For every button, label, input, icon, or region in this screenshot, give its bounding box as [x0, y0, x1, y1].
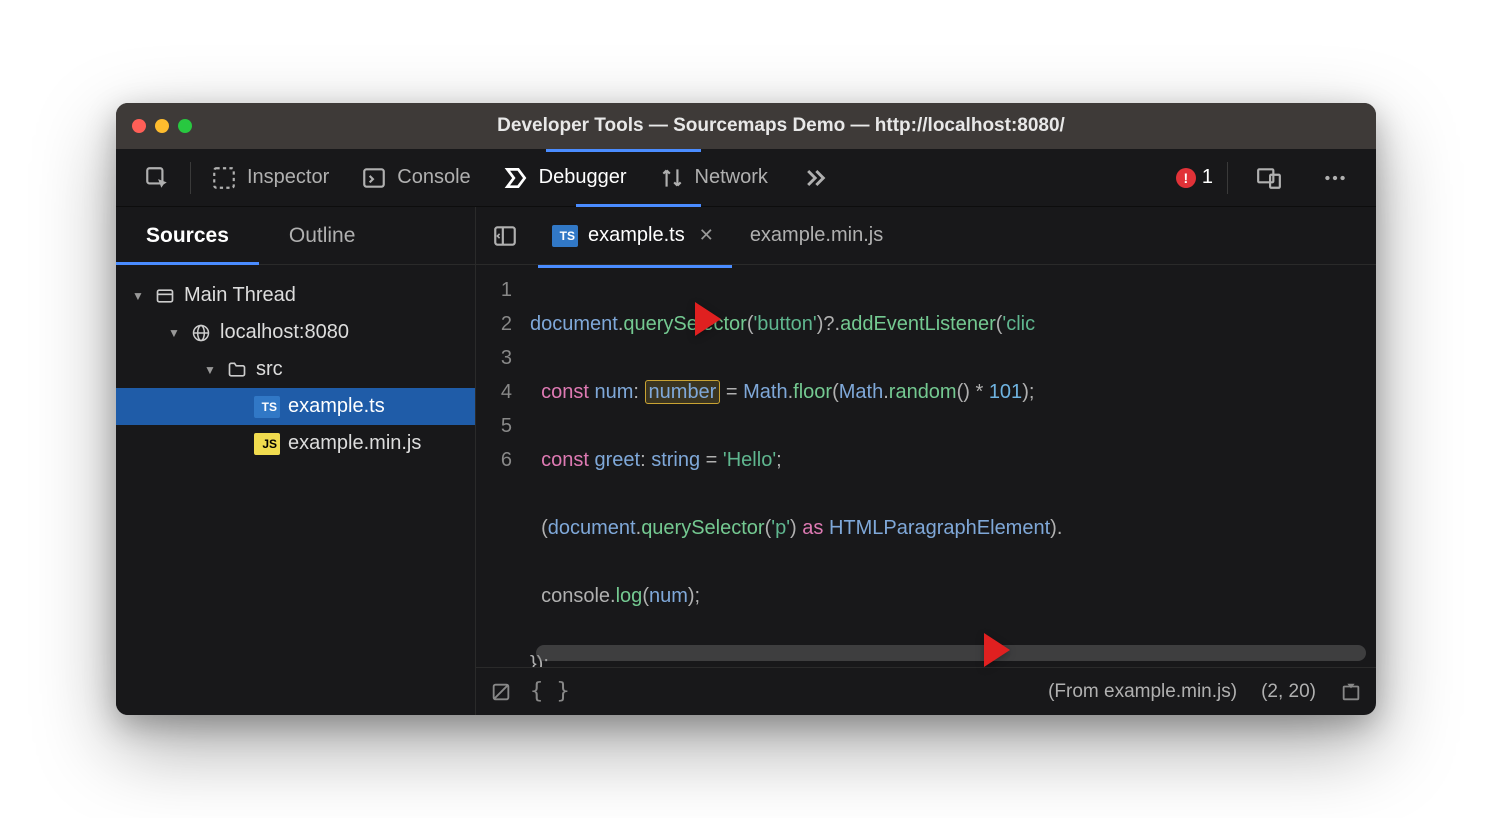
code-content: document.querySelector('button')?.addEve…	[524, 265, 1062, 667]
sources-tab[interactable]: Sources	[116, 207, 259, 264]
console-icon	[361, 165, 387, 191]
debugger-tab[interactable]: Debugger	[489, 157, 641, 199]
js-file-icon: JS	[254, 433, 280, 455]
line-number: 6	[476, 443, 512, 477]
devtools-toolbar: Inspector Console Debugger Network ! 1	[116, 149, 1376, 207]
pretty-print-button[interactable]: { }	[530, 679, 570, 704]
outline-tab[interactable]: Outline	[259, 207, 386, 264]
sources-tree: ▼ Main Thread ▼ localhost:8080 ▼ src TS …	[116, 265, 475, 474]
kebab-menu-button[interactable]	[1308, 157, 1362, 199]
window-title: Developer Tools — Sourcemaps Demo — http…	[202, 115, 1360, 137]
panel-left-icon	[492, 223, 518, 249]
line-number: 4	[476, 375, 512, 409]
sidebar: Sources Outline ▼ Main Thread ▼ localhos…	[116, 207, 476, 715]
close-tab-button[interactable]: ✕	[695, 225, 718, 246]
cursor-position: (2, 20)	[1261, 681, 1316, 703]
active-tab-indicator	[576, 204, 701, 207]
tree-label: src	[256, 358, 283, 381]
sourcemap-origin: (From example.min.js)	[1048, 681, 1237, 703]
jump-to-button[interactable]	[1340, 681, 1362, 703]
ts-file-icon: TS	[552, 225, 578, 247]
chevron-double-right-icon	[800, 164, 828, 192]
tree-label: localhost:8080	[220, 321, 349, 344]
line-number: 5	[476, 409, 512, 443]
network-icon	[659, 165, 685, 191]
tree-file-example-min-js[interactable]: JS example.min.js	[116, 425, 475, 462]
debugger-label: Debugger	[539, 166, 627, 189]
toolbar-right: ! 1	[1176, 157, 1362, 199]
toolbar-divider	[1227, 162, 1228, 194]
chevron-down-icon: ▼	[130, 289, 146, 303]
toggle-sidebar-button[interactable]	[488, 219, 522, 253]
line-number: 2	[476, 307, 512, 341]
panel-body: Sources Outline ▼ Main Thread ▼ localhos…	[116, 207, 1376, 715]
file-tab-example-min-js[interactable]: example.min.js	[736, 216, 897, 255]
globe-icon	[190, 322, 212, 344]
tree-label: example.ts	[288, 395, 385, 418]
dots-horizontal-icon	[1322, 165, 1348, 191]
tree-main-thread[interactable]: ▼ Main Thread	[116, 277, 475, 314]
network-tab[interactable]: Network	[645, 157, 782, 199]
chevron-down-icon: ▼	[202, 363, 218, 377]
editor-panel: TS example.ts ✕ example.min.js 1 2 3 4 5…	[476, 207, 1376, 715]
maximize-window-button[interactable]	[178, 119, 192, 133]
responsive-mode-button[interactable]	[1242, 157, 1296, 199]
highlighted-type: number	[645, 380, 721, 404]
file-tabs: TS example.ts ✕ example.min.js	[476, 207, 1376, 265]
sidebar-tabs: Sources Outline	[116, 207, 475, 265]
picker-icon	[144, 165, 170, 191]
tree-host[interactable]: ▼ localhost:8080	[116, 314, 475, 351]
close-window-button[interactable]	[132, 119, 146, 133]
line-gutter: 1 2 3 4 5 6	[476, 265, 524, 667]
sources-label: Sources	[146, 224, 229, 248]
error-icon: !	[1176, 168, 1196, 188]
status-bar: { } (From example.min.js) (2, 20)	[476, 667, 1376, 715]
tree-label: example.min.js	[288, 432, 421, 455]
line-number: 1	[476, 273, 512, 307]
blackbox-button[interactable]	[490, 681, 512, 703]
ts-file-icon: TS	[254, 396, 280, 418]
code-line: const greet: string = 'Hello';	[530, 443, 1062, 477]
console-tab[interactable]: Console	[347, 157, 484, 199]
titlebar: Developer Tools — Sourcemaps Demo — http…	[116, 103, 1376, 149]
devtools-window: Developer Tools — Sourcemaps Demo — http…	[116, 103, 1376, 715]
outline-label: Outline	[289, 224, 356, 248]
error-count: 1	[1202, 166, 1213, 189]
title-tab-indicator	[546, 149, 701, 152]
window-controls	[132, 119, 192, 133]
thread-icon	[154, 285, 176, 307]
more-tools-button[interactable]	[786, 156, 842, 200]
element-picker-button[interactable]	[130, 157, 184, 199]
inspector-icon	[211, 165, 237, 191]
toolbar-divider	[190, 162, 191, 194]
code-line: document.querySelector('button')?.addEve…	[530, 307, 1062, 341]
console-label: Console	[397, 166, 470, 189]
horizontal-scrollbar[interactable]	[536, 645, 1366, 661]
network-label: Network	[695, 166, 768, 189]
devices-icon	[1256, 165, 1282, 191]
minimize-window-button[interactable]	[155, 119, 169, 133]
inspector-tab[interactable]: Inspector	[197, 157, 343, 199]
folder-icon	[226, 359, 248, 381]
error-badge[interactable]: ! 1	[1176, 166, 1213, 189]
code-line: (document.querySelector('p') as HTMLPara…	[530, 511, 1062, 545]
debugger-icon	[503, 165, 529, 191]
inspector-label: Inspector	[247, 166, 329, 189]
tree-file-example-ts[interactable]: TS example.ts	[116, 388, 475, 425]
file-tab-label: example.ts	[588, 224, 685, 247]
line-number: 3	[476, 341, 512, 375]
code-line: console.log(num);	[530, 579, 1062, 613]
chevron-down-icon: ▼	[166, 326, 182, 340]
tree-folder-src[interactable]: ▼ src	[116, 351, 475, 388]
code-editor[interactable]: 1 2 3 4 5 6 document.querySelector('butt…	[476, 265, 1376, 667]
file-tab-example-ts[interactable]: TS example.ts ✕	[538, 216, 732, 255]
file-tab-label: example.min.js	[750, 224, 883, 247]
tree-label: Main Thread	[184, 284, 296, 307]
code-line: const num: number = Math.floor(Math.rand…	[530, 375, 1062, 409]
